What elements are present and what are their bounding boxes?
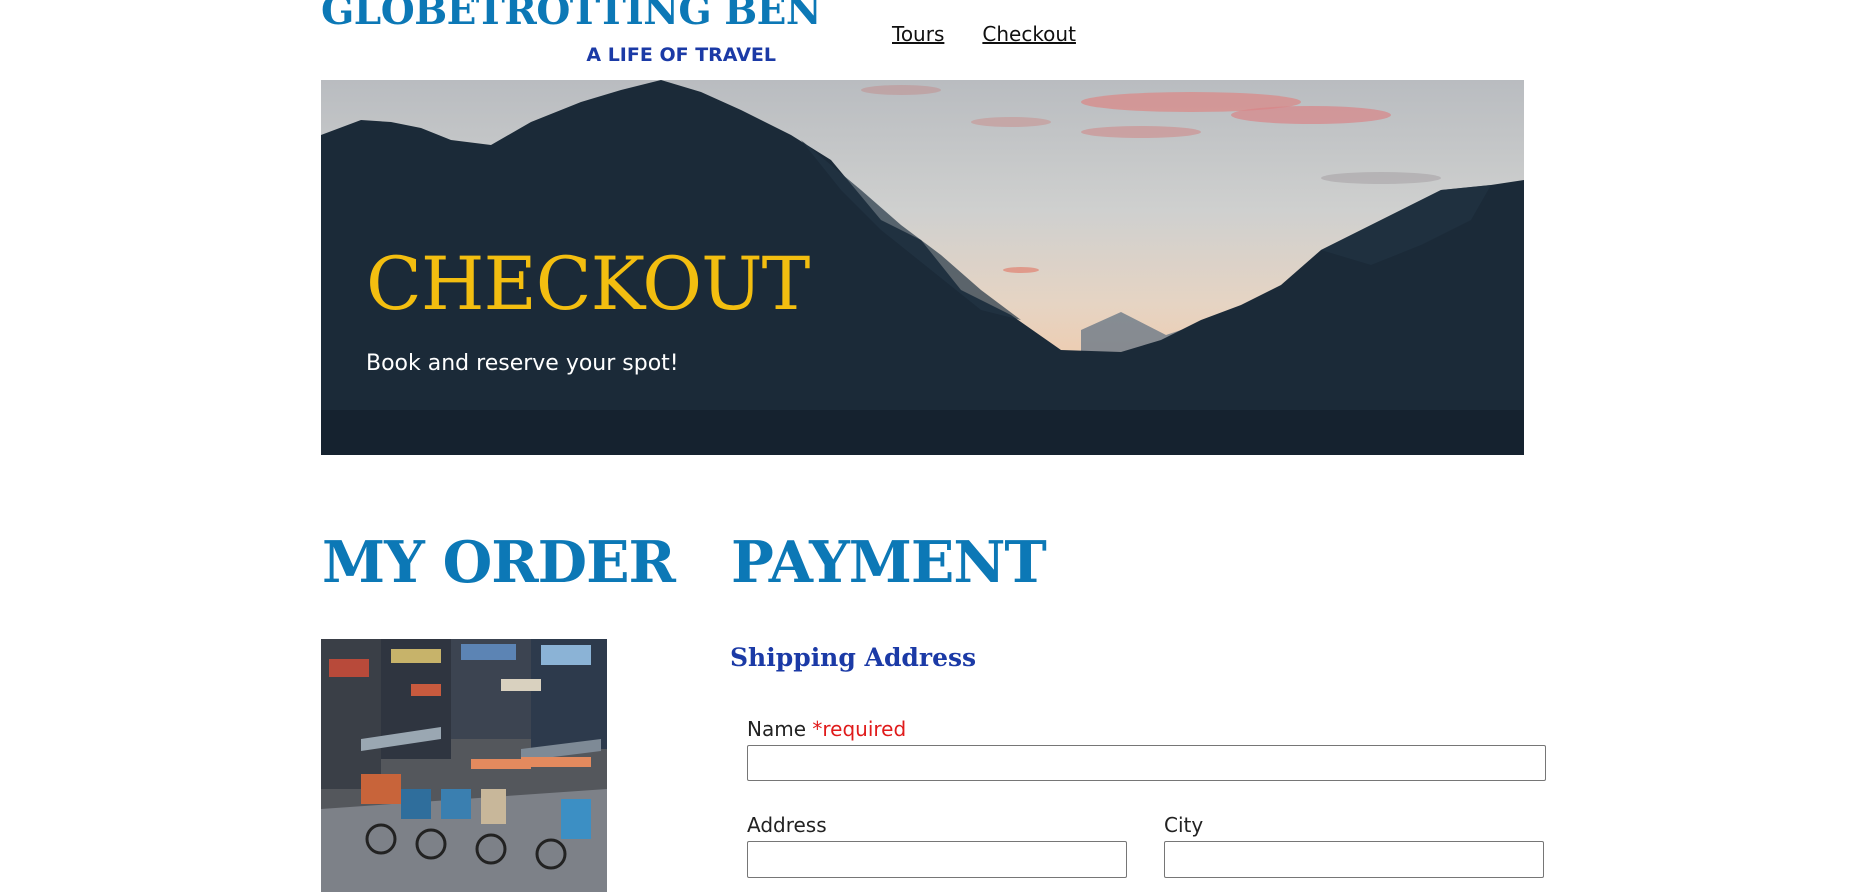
checkout-page: GLOBETROTTING BEN A LIFE OF TRAVEL Tours… (0, 0, 1852, 892)
name-label-text: Name (747, 717, 807, 741)
hero-title: CHECKOUT (366, 242, 810, 327)
city-input[interactable] (1164, 841, 1544, 878)
nav-link-tours[interactable]: Tours (892, 22, 944, 46)
street-rickshaw-photo (321, 639, 607, 892)
address-input[interactable] (747, 841, 1127, 878)
required-indicator: *required (812, 717, 907, 741)
city-label: City (1164, 813, 1204, 837)
hero-subtitle: Book and reserve your spot! (366, 351, 679, 376)
logo-subtitle: A LIFE OF TRAVEL (586, 44, 776, 66)
logo-title: GLOBETROTTING BEN (321, 0, 822, 34)
hero-banner: CHECKOUT Book and reserve your spot! (321, 80, 1524, 455)
name-label: Name *required (747, 717, 906, 741)
address-label: Address (747, 813, 827, 837)
shipping-address-title: Shipping Address (730, 643, 977, 672)
main-nav: Tours Checkout (892, 22, 1076, 46)
payment-title: PAYMENT (731, 529, 1047, 596)
my-order-title: MY ORDER (322, 529, 676, 596)
site-logo[interactable]: GLOBETROTTING BEN A LIFE OF TRAVEL (321, 0, 822, 72)
nav-link-checkout[interactable]: Checkout (982, 22, 1076, 46)
name-input[interactable] (747, 745, 1546, 781)
